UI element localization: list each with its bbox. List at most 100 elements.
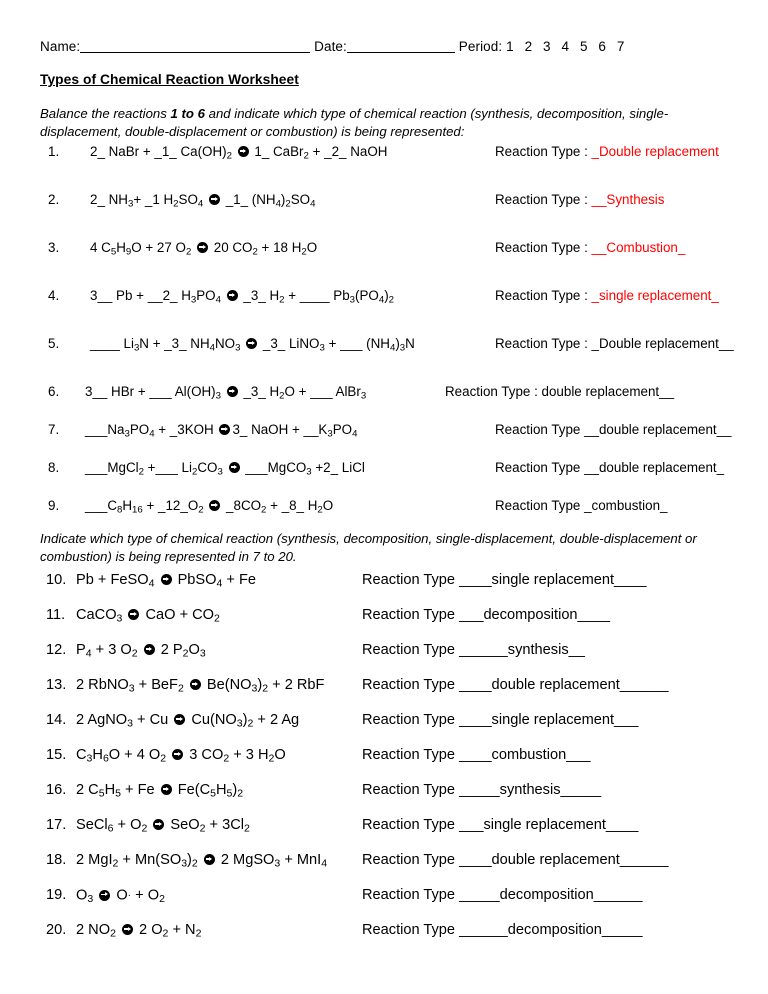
reaction-type-answer[interactable]: Reaction Type : __Combustion_ — [495, 240, 685, 256]
reaction-equation[interactable]: ___C8H16 + _12_O2 _8CO2 + _8_ H2O — [85, 498, 333, 515]
reaction-type-answer[interactable]: Reaction Type : _Double replacement__ — [495, 336, 734, 352]
reaction-type-label: Reaction Type — [362, 817, 460, 833]
reaction-number: 20. — [46, 922, 67, 938]
reaction-type-value[interactable]: ____single replacement____ — [459, 572, 646, 588]
reaction-equation[interactable]: P4 + 3 O2 2 P2O3 — [76, 642, 206, 659]
reaction-equation[interactable]: O3 O· + O2 — [76, 887, 165, 905]
reaction-type-value[interactable]: ____combustion___ — [459, 747, 590, 763]
reaction-arrow-icon — [172, 749, 184, 760]
reaction-type-value[interactable]: ____single replacement___ — [459, 712, 638, 728]
reaction-arrow-icon — [226, 386, 238, 397]
reaction-type-value[interactable]: __double replacement_ — [584, 460, 724, 475]
reaction-equation[interactable]: C3H6O + 4 O2 3 CO2 + 3 H2O — [76, 747, 286, 764]
reaction-equation[interactable]: ___Na3PO4 + _3KOH 3_ NaOH + __K3PO4 — [85, 422, 357, 439]
reaction-type-value[interactable]: __Synthesis — [592, 192, 665, 207]
reaction-type-value[interactable]: __Combustion_ — [592, 240, 686, 255]
name-label: Name: — [40, 39, 81, 54]
reaction-arrow-icon — [219, 424, 231, 435]
reaction-type-value[interactable]: __double replacement__ — [584, 422, 731, 437]
reaction-number: 19. — [46, 887, 67, 903]
reaction-type-answer[interactable]: Reaction Type _combustion_ — [495, 498, 667, 514]
reaction-number: 13. — [46, 677, 67, 693]
reaction-arrow-icon — [197, 242, 209, 253]
reaction-type-label: Reaction Type — [495, 460, 585, 475]
reaction-type-value[interactable]: _____synthesis_____ — [459, 782, 601, 798]
instructions-prefix: Balance the reactions — [40, 106, 171, 121]
reaction-equation[interactable]: 3__ HBr + ___ Al(OH)3 _3_ H2O + ___ AlBr… — [85, 384, 366, 401]
reaction-type-value[interactable]: ____double replacement______ — [459, 852, 668, 868]
reaction-equation[interactable]: 2 MgI2 + Mn(SO3)2 2 MgSO3 + MnI4 — [76, 852, 327, 869]
reaction-type-answer[interactable]: Reaction Type ____single replacement____ — [362, 572, 647, 589]
reaction-equation[interactable]: CaCO3 CaO + CO2 — [76, 607, 220, 624]
reaction-equation[interactable]: SeCl6 + O2 SeO2 + 3Cl2 — [76, 817, 250, 834]
reaction-type-value[interactable]: ______synthesis__ — [459, 642, 585, 658]
reaction-equation[interactable]: ____ Li3N + _3_ NH4NO3 _3_ LiNO3 + ___ (… — [90, 336, 415, 353]
reaction-number: 4. — [48, 288, 60, 303]
reaction-type-value[interactable]: ______decomposition_____ — [459, 922, 642, 938]
reaction-type-answer[interactable]: Reaction Type ______synthesis__ — [362, 642, 585, 659]
reaction-arrow-icon — [153, 819, 165, 830]
reaction-equation[interactable]: 4 C5H9O + 27 O2 20 CO2 + 18 H2O — [90, 240, 317, 257]
reaction-type-label: Reaction Type — [362, 572, 460, 588]
reaction-type-label: Reaction Type — [362, 782, 460, 798]
reaction-type-value[interactable]: _Double replacement__ — [592, 336, 734, 351]
reaction-type-answer[interactable]: Reaction Type ____double replacement____… — [362, 852, 668, 869]
reaction-type-answer[interactable]: Reaction Type __double replacement__ — [495, 422, 732, 438]
reaction-arrow-icon — [143, 644, 155, 655]
reaction-type-answer[interactable]: Reaction Type __double replacement_ — [495, 460, 724, 476]
reaction-equation[interactable]: 2_ NaBr + _1_ Ca(OH)2 1_ CaBr2 + _2_ NaO… — [90, 144, 387, 161]
instructions-part-2: Indicate which type of chemical reaction… — [40, 531, 697, 564]
reaction-type-value[interactable]: _combustion_ — [584, 498, 667, 513]
reaction-arrow-icon — [209, 500, 221, 511]
reaction-arrow-icon — [237, 146, 249, 157]
reaction-type-answer[interactable]: Reaction Type _____decomposition______ — [362, 887, 642, 904]
period-label: Period: — [458, 39, 503, 54]
reaction-type-label: Reaction Type — [362, 922, 460, 938]
reaction-type-label: Reaction Type — [495, 422, 585, 437]
reaction-arrow-icon — [226, 290, 238, 301]
reaction-number: 2. — [48, 192, 60, 207]
reaction-type-value[interactable]: double replacement__ — [542, 384, 675, 399]
reaction-equation[interactable]: Pb + FeSO4 PbSO4 + Fe — [76, 572, 256, 589]
reaction-type-value[interactable]: ____double replacement______ — [459, 677, 668, 693]
reaction-equation[interactable]: 2 NO2 2 O2 + N2 — [76, 922, 201, 939]
reaction-type-value[interactable]: ___decomposition____ — [459, 607, 610, 623]
reaction-type-answer[interactable]: Reaction Type ______decomposition_____ — [362, 922, 642, 939]
reaction-type-answer[interactable]: Reaction Type _____synthesis_____ — [362, 782, 601, 799]
reaction-type-value[interactable]: _Double replacement — [592, 144, 719, 159]
reaction-arrow-icon — [121, 924, 133, 935]
reaction-type-label: Reaction Type — [362, 607, 460, 623]
reaction-type-answer[interactable]: Reaction Type ____combustion___ — [362, 747, 591, 764]
reaction-equation[interactable]: 3__ Pb + __2_ H3PO4 _3_ H2 + ____ Pb3(PO… — [90, 288, 394, 305]
reaction-type-label: Reaction Type : — [495, 144, 592, 159]
reaction-arrow-icon — [228, 462, 240, 473]
date-label: Date: — [314, 39, 347, 54]
reaction-equation[interactable]: 2_ NH3+ _1 H2SO4 _1_ (NH4)2SO4 — [90, 192, 315, 209]
reaction-arrow-icon — [208, 194, 220, 205]
reaction-equation[interactable]: 2 C5H5 + Fe Fe(C5H5)2 — [76, 782, 243, 799]
reaction-type-value[interactable]: _____decomposition______ — [459, 887, 642, 903]
reaction-type-label: Reaction Type : — [495, 240, 592, 255]
reaction-arrow-icon — [160, 574, 172, 585]
reaction-type-answer[interactable]: Reaction Type ___single replacement____ — [362, 817, 638, 834]
reaction-type-value[interactable]: ___single replacement____ — [459, 817, 638, 833]
period-number-choices[interactable]: 1 2 3 4 5 6 7 — [506, 39, 628, 54]
date-blank-rule[interactable] — [346, 40, 455, 53]
name-blank-rule[interactable] — [80, 40, 311, 53]
reaction-type-answer[interactable]: Reaction Type ____single replacement___ — [362, 712, 638, 729]
reaction-type-label: Reaction Type — [362, 677, 460, 693]
reaction-type-answer[interactable]: Reaction Type ____double replacement____… — [362, 677, 668, 694]
worksheet-page: Name: Date: Period: 1 2 3 4 5 6 7 Types … — [0, 0, 768, 994]
reaction-equation[interactable]: 2 AgNO3 + Cu Cu(NO3)2 + 2 Ag — [76, 712, 299, 729]
reaction-type-answer[interactable]: Reaction Type : _single replacement_ — [495, 288, 719, 304]
reaction-equation[interactable]: 2 RbNO3 + BeF2 Be(NO3)2 + 2 RbF — [76, 677, 324, 694]
document-content: Name: Date: Period: 1 2 3 4 5 6 7 Types … — [40, 38, 734, 939]
reaction-number: 16. — [46, 782, 67, 798]
reaction-number: 14. — [46, 712, 67, 728]
reaction-type-value[interactable]: _single replacement_ — [592, 288, 719, 303]
reaction-type-answer[interactable]: Reaction Type : _Double replacement — [495, 144, 719, 160]
reaction-equation[interactable]: ___MgCl2 +___ Li2CO3 ___MgCO3 +2_ LiCl — [85, 460, 365, 477]
reaction-type-answer[interactable]: Reaction Type : __Synthesis — [495, 192, 664, 208]
reaction-type-answer[interactable]: Reaction Type : double replacement__ — [445, 384, 674, 400]
reaction-type-answer[interactable]: Reaction Type ___decomposition____ — [362, 607, 610, 624]
